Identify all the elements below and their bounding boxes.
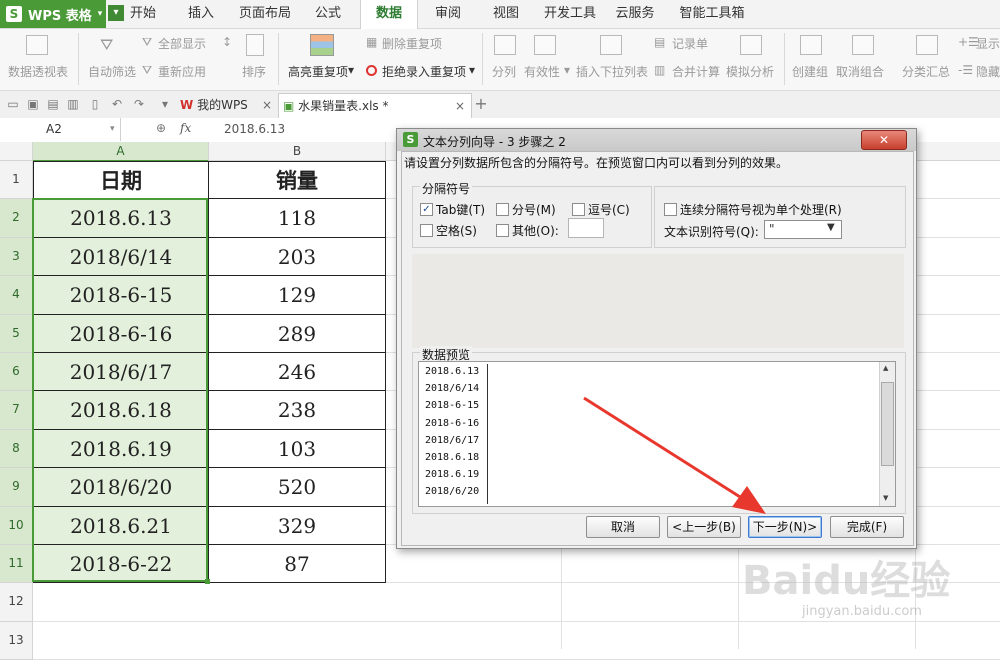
arrow-head <box>732 486 766 514</box>
annotation-arrow <box>583 396 766 514</box>
arrow-shaft <box>583 396 749 504</box>
